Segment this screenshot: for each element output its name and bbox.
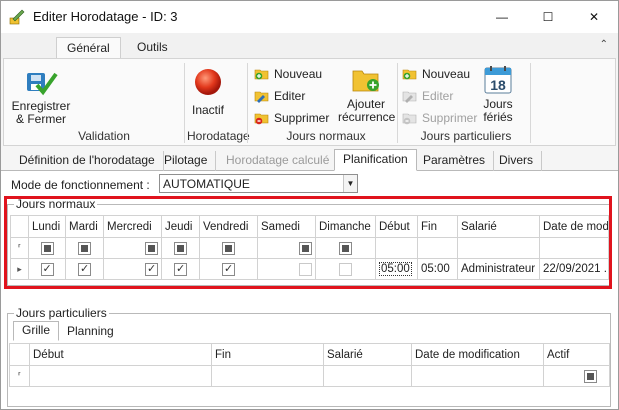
save-check-icon — [27, 72, 58, 96]
red-status-icon — [195, 69, 221, 95]
mode-select[interactable]: AUTOMATIQUE ▼ — [159, 174, 358, 193]
col-salarie[interactable]: Salarié — [323, 343, 412, 366]
jp-delete-button[interactable]: Supprimer — [402, 109, 477, 127]
jp-header-row: Début Fin Salarié Date de modification A… — [9, 343, 610, 366]
window-title: Editer Horodatage - ID: 3 — [33, 9, 178, 24]
tab-horodatage-calcule[interactable]: Horodatage calculé — [218, 151, 339, 171]
holidays-label-2: fériés — [483, 110, 513, 124]
tab-planning[interactable]: Planning — [59, 323, 122, 341]
group-label-horodatage: Horodatage — [187, 129, 250, 143]
group-separator — [530, 63, 531, 143]
jn-new-label: Nouveau — [274, 67, 323, 81]
edit-pencil-icon — [9, 9, 25, 25]
minimize-button[interactable]: — — [479, 1, 525, 33]
tab-planification[interactable]: Planification — [334, 149, 417, 171]
jp-edit-label: Editer — [422, 89, 454, 103]
maximize-icon: ☐ — [542, 10, 554, 24]
group-label-validation: Validation — [78, 129, 130, 143]
filter-cell[interactable] — [411, 365, 544, 387]
close-button[interactable]: ✕ — [571, 1, 617, 33]
add-folder-icon — [352, 70, 379, 92]
ribbon-tab-bar: Général Outils ⌃ — [1, 33, 618, 59]
inactive-label: Inactif — [191, 103, 224, 117]
col-date-modification[interactable]: Date de modification — [411, 343, 544, 366]
jours-particuliers-grid: Début Fin Salarié Date de modification A… — [9, 343, 610, 387]
filter-icon: ⸢ — [9, 365, 30, 387]
jp-delete-label: Supprimer — [422, 111, 478, 125]
delete-folder-icon — [254, 113, 269, 125]
edit-folder-icon — [254, 91, 269, 103]
edit-folder-icon — [402, 91, 417, 103]
tab-parametres[interactable]: Paramètres — [415, 151, 495, 171]
holidays-button[interactable]: 18 Jours fériés — [478, 65, 518, 124]
group-label-jours-normaux: Jours normaux — [286, 129, 366, 143]
filter-checkbox[interactable] — [584, 369, 597, 383]
group-separator — [397, 63, 398, 143]
mode-label: Mode de fonctionnement : — [11, 178, 150, 192]
ribbon-tab-general[interactable]: Général — [56, 37, 121, 59]
tab-pilotage[interactable]: Pilotage — [156, 151, 217, 171]
minimize-icon: — — [496, 10, 508, 24]
close-icon: ✕ — [588, 10, 600, 24]
col-fin[interactable]: Fin — [211, 343, 324, 366]
maximize-button[interactable]: ☐ — [525, 1, 571, 33]
tab-definition[interactable]: Définition de l'horodatage — [11, 151, 164, 171]
filter-cell[interactable] — [211, 365, 324, 387]
ribbon-tab-outils[interactable]: Outils — [127, 37, 178, 59]
col-debut[interactable]: Début — [29, 343, 212, 366]
jp-new-label: Nouveau — [422, 67, 471, 81]
jn-edit-button[interactable]: Editer — [254, 87, 305, 105]
add-recurrence-button[interactable]: Ajouter récurrence — [338, 65, 396, 124]
delete-folder-icon — [402, 113, 417, 125]
jp-edit-button[interactable]: Editer — [402, 87, 453, 105]
add-recurrence-label-2: récurrence — [338, 110, 396, 124]
jn-delete-button[interactable]: Supprimer — [254, 109, 329, 127]
col-actif[interactable]: Actif — [543, 343, 610, 366]
jours-particuliers-title: Jours particuliers — [14, 306, 109, 320]
highlight-box — [4, 196, 612, 289]
ribbon: Enregistrer & Fermer Validation Inactif … — [3, 58, 616, 146]
calendar-icon: 18 — [484, 66, 512, 94]
filter-cell[interactable] — [29, 365, 212, 387]
inactive-button[interactable]: Inactif — [188, 67, 228, 117]
tab-divers[interactable]: Divers — [491, 151, 543, 171]
jn-delete-label: Supprimer — [274, 111, 330, 125]
page-tab-bar: Définition de l'horodatage Pilotage Horo… — [1, 149, 618, 171]
new-folder-icon — [402, 69, 417, 80]
mode-value: AUTOMATIQUE — [163, 177, 250, 191]
save-close-button[interactable]: Enregistrer & Fermer — [10, 67, 72, 126]
jp-new-button[interactable]: Nouveau — [402, 65, 470, 83]
jn-edit-label: Editer — [274, 89, 306, 103]
title-bar: Editer Horodatage - ID: 3 — ☐ ✕ — [1, 1, 618, 33]
new-folder-icon — [254, 69, 269, 80]
group-label-jours-particuliers: Jours particuliers — [420, 129, 512, 143]
filter-cell[interactable] — [323, 365, 412, 387]
jp-filter-row: ⸢ — [9, 365, 610, 387]
save-close-label-2: & Fermer — [15, 112, 66, 126]
group-separator — [247, 63, 248, 143]
collapse-ribbon-icon[interactable]: ⌃ — [600, 39, 608, 50]
jn-new-button[interactable]: Nouveau — [254, 65, 322, 83]
tab-grille[interactable]: Grille — [13, 321, 60, 341]
chevron-down-icon[interactable]: ▼ — [343, 175, 357, 192]
group-separator — [184, 63, 185, 143]
calendar-day-number: 18 — [490, 77, 506, 93]
